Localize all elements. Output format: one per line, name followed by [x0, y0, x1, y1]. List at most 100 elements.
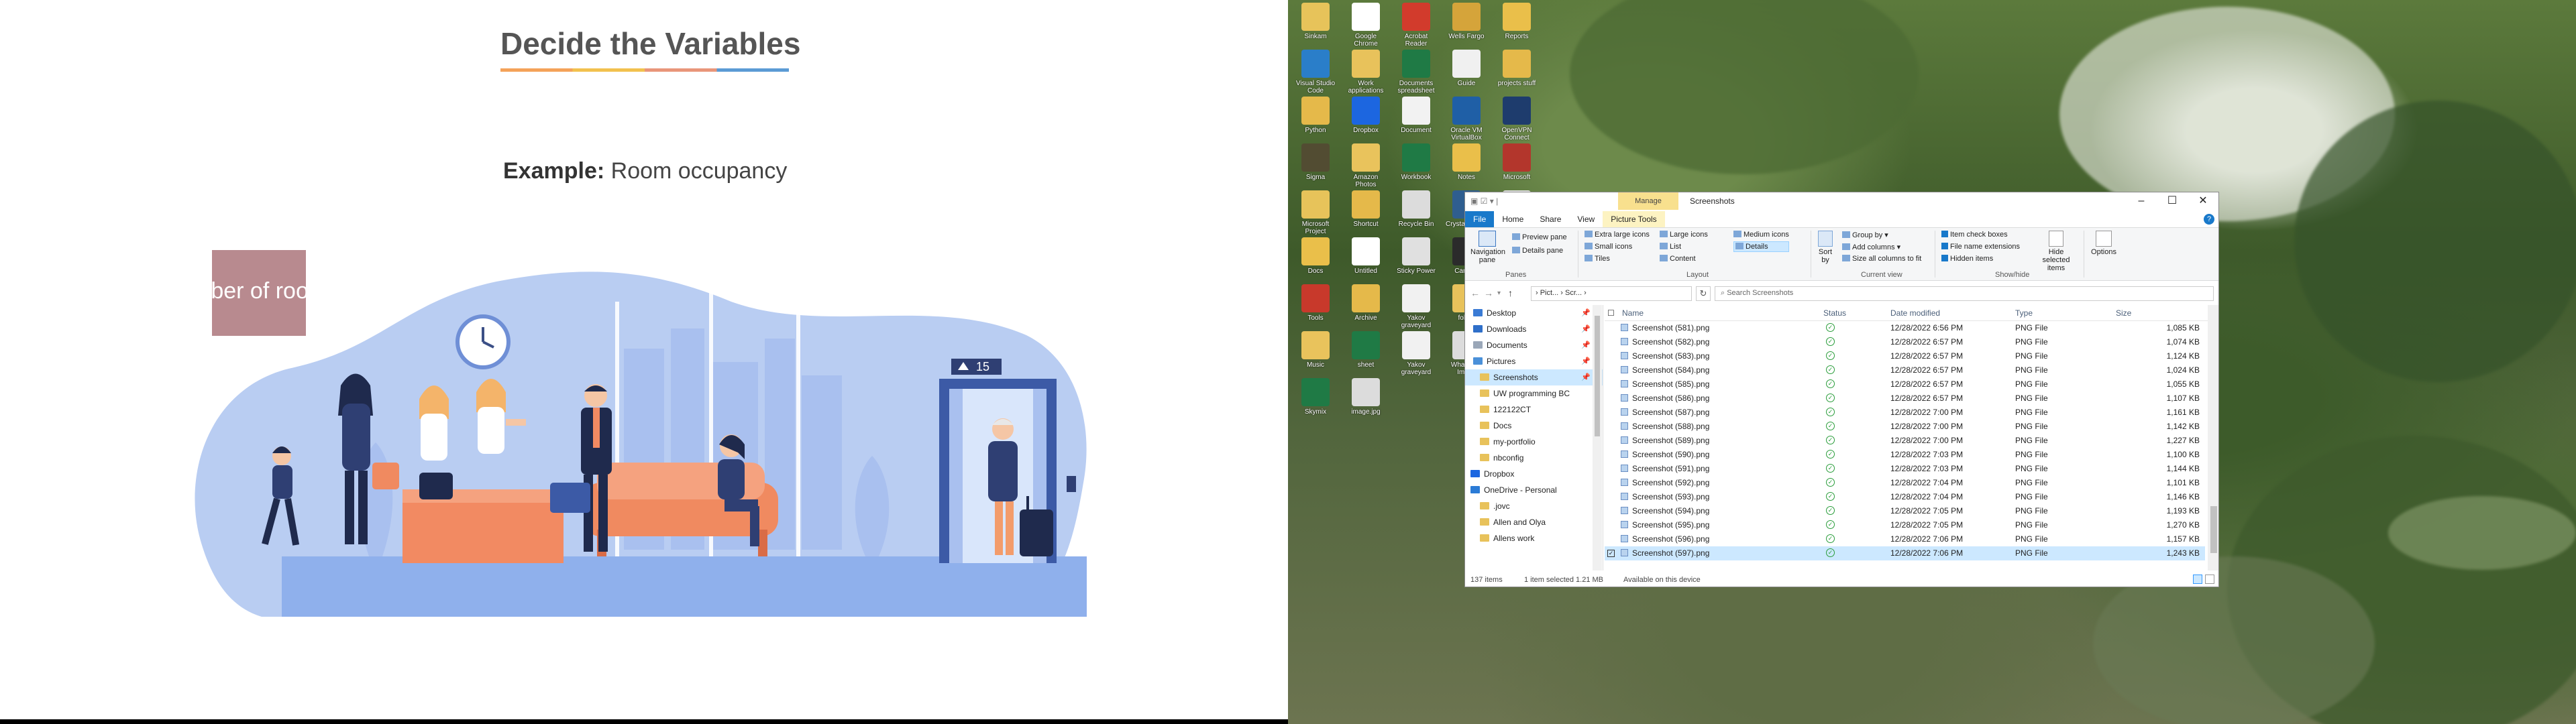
desktop-icon[interactable]: Tools: [1295, 284, 1336, 328]
back-arrow-icon[interactable]: ←: [1470, 288, 1480, 298]
scrollbar-thumb[interactable]: [1595, 316, 1600, 436]
desktop-icon[interactable]: Dropbox: [1345, 97, 1387, 141]
tab-view[interactable]: View: [1569, 211, 1603, 227]
file-row[interactable]: Screenshot (590).png ✓ 12/28/2022 7:03 PM P…: [1605, 448, 2205, 462]
file-row[interactable]: Screenshot (588).png ✓ 12/28/2022 7:00 PM P…: [1605, 420, 2205, 434]
desktop-icon[interactable]: Workbook: [1395, 143, 1437, 188]
maximize-button[interactable]: ☐: [2157, 192, 2188, 211]
layout-medium-icons[interactable]: Medium icons: [1733, 231, 1789, 239]
desktop-icon[interactable]: Wells Fargo: [1446, 3, 1487, 47]
nav-item[interactable]: Dropbox: [1465, 466, 1603, 482]
desktop-icon[interactable]: Skymix: [1295, 378, 1336, 422]
forward-arrow-icon[interactable]: →: [1484, 288, 1493, 298]
desktop-icon[interactable]: Guide: [1446, 50, 1487, 94]
file-row[interactable]: Screenshot (584).png ✓ 12/28/2022 6:57 PM P…: [1605, 363, 2205, 377]
desktop-icon[interactable]: Sinkam: [1295, 3, 1336, 47]
layout-extra-large-icons[interactable]: Extra large icons: [1585, 231, 1650, 239]
nav-item[interactable]: Allen and Olya: [1465, 514, 1603, 530]
desktop-icon[interactable]: sheet: [1345, 331, 1387, 375]
file-row[interactable]: Screenshot (593).png ✓ 12/28/2022 7:04 PM P…: [1605, 490, 2205, 504]
desktop-icon[interactable]: Document: [1395, 97, 1437, 141]
column-header-date-modified[interactable]: Date modified: [1890, 308, 1940, 318]
file-row[interactable]: Screenshot (581).png ✓ 12/28/2022 6:56 PM P…: [1605, 321, 2205, 335]
desktop-icon[interactable]: Yakov graveyard: [1395, 331, 1437, 376]
quick-access-toolbar-icon[interactable]: ▣ ☑ ▾ |: [1470, 196, 1498, 206]
add-columns-button[interactable]: Add columns ▾: [1842, 243, 1900, 251]
select-all-checkbox[interactable]: ☐: [1607, 308, 1615, 318]
help-icon[interactable]: ?: [2204, 214, 2214, 225]
desktop-icon[interactable]: Visual Studio Code: [1295, 50, 1336, 95]
desktop-icon[interactable]: Oracle VM VirtualBox: [1446, 97, 1487, 141]
desktop-icon[interactable]: projects stuff: [1496, 50, 1538, 94]
row-checkbox[interactable]: ✓: [1607, 550, 1615, 557]
nav-item[interactable]: Desktop 📌: [1465, 305, 1603, 321]
file-row[interactable]: Screenshot (582).png ✓ 12/28/2022 6:57 PM P…: [1605, 335, 2205, 349]
tab-home[interactable]: Home: [1494, 211, 1532, 227]
desktop-icon[interactable]: Acrobat Reader: [1395, 3, 1437, 48]
large-icons-view-icon[interactable]: [2205, 575, 2214, 584]
desktop-icon[interactable]: Sticky Power: [1395, 237, 1437, 282]
desktop-icon[interactable]: Music: [1295, 331, 1336, 375]
item-check-boxes-toggle[interactable]: Item check boxes: [1941, 231, 2008, 239]
desktop-icon[interactable]: Untitled: [1345, 237, 1387, 282]
file-row[interactable]: Screenshot (596).png ✓ 12/28/2022 7:06 PM P…: [1605, 532, 2205, 546]
desktop-icon[interactable]: Microsoft: [1496, 143, 1538, 188]
layout-content[interactable]: Content: [1660, 255, 1696, 263]
layout-list[interactable]: List: [1660, 243, 1681, 251]
desktop-icon[interactable]: Python: [1295, 97, 1336, 141]
file-row[interactable]: Screenshot (589).png ✓ 12/28/2022 7:00 PM P…: [1605, 434, 2205, 448]
nav-item[interactable]: my-portfolio: [1465, 434, 1603, 450]
file-row[interactable]: Screenshot (594).png ✓ 12/28/2022 7:05 PM P…: [1605, 504, 2205, 518]
desktop-icon[interactable]: image.jpg: [1345, 378, 1387, 422]
file-row[interactable]: Screenshot (592).png ✓ 12/28/2022 7:04 PM P…: [1605, 476, 2205, 490]
search-input[interactable]: ⌕ Search Screenshots: [1715, 286, 2214, 301]
tab-file[interactable]: File: [1465, 211, 1495, 227]
sort-by-button[interactable]: Sort by: [1815, 231, 1835, 264]
desktop-icon[interactable]: Recycle Bin: [1395, 190, 1437, 235]
navigation-pane-button[interactable]: Navigation pane: [1470, 231, 1505, 264]
desktop-icon[interactable]: Google Chrome: [1345, 3, 1387, 48]
preview-pane-button[interactable]: Preview pane: [1512, 233, 1567, 241]
nav-item[interactable]: Pictures 📌: [1465, 353, 1603, 369]
nav-item[interactable]: Allens work: [1465, 530, 1603, 546]
nav-item[interactable]: Downloads 📌: [1465, 321, 1603, 337]
layout-tiles[interactable]: Tiles: [1585, 255, 1610, 263]
size-all-columns-button[interactable]: Size all columns to fit: [1842, 255, 1921, 263]
manage-context-tab[interactable]: Manage: [1618, 192, 1678, 210]
nav-item[interactable]: Docs: [1465, 418, 1603, 434]
minimize-button[interactable]: –: [2126, 192, 2157, 211]
file-row[interactable]: Screenshot (586).png ✓ 12/28/2022 6:57 PM P…: [1605, 391, 2205, 406]
file-row[interactable]: Screenshot (595).png ✓ 12/28/2022 7:05 PM P…: [1605, 518, 2205, 532]
scrollbar-thumb[interactable]: [2210, 506, 2217, 553]
refresh-icon[interactable]: ↻: [1696, 286, 1711, 301]
column-header-type[interactable]: Type: [2015, 308, 2033, 318]
file-row[interactable]: Screenshot (583).png ✓ 12/28/2022 6:57 PM P…: [1605, 349, 2205, 363]
nav-item[interactable]: OneDrive - Personal: [1465, 482, 1603, 498]
hide-selected-items-button[interactable]: Hide selected items: [2034, 231, 2078, 272]
column-header-status[interactable]: Status: [1823, 308, 1846, 318]
options-button[interactable]: Options: [2090, 231, 2117, 256]
tab-picture-tools[interactable]: Picture Tools: [1603, 211, 1665, 227]
desktop-icon[interactable]: Docs: [1295, 237, 1336, 282]
desktop-icon[interactable]: Notes: [1446, 143, 1487, 188]
desktop-icon[interactable]: Shortcut: [1345, 190, 1387, 235]
file-row[interactable]: Screenshot (585).png ✓ 12/28/2022 6:57 PM P…: [1605, 377, 2205, 391]
column-header-name[interactable]: Name: [1622, 308, 1644, 318]
nav-item[interactable]: 122122CT: [1465, 402, 1603, 418]
nav-item[interactable]: Documents 📌: [1465, 337, 1603, 353]
nav-item[interactable]: nbconfig: [1465, 450, 1603, 466]
address-bar[interactable]: › Pict... › Scr... ›: [1531, 286, 1692, 301]
nav-item[interactable]: .jovc: [1465, 498, 1603, 514]
recent-locations-icon[interactable]: ▾: [1497, 290, 1501, 297]
desktop-icon[interactable]: Microsoft Project: [1295, 190, 1336, 235]
file-row[interactable]: ✓ Screenshot (597).png ✓ 12/28/2022 7:06 PM…: [1605, 546, 2205, 560]
layout-details[interactable]: Details: [1733, 241, 1789, 252]
layout-large-icons[interactable]: Large icons: [1660, 231, 1708, 239]
group-by-button[interactable]: Group by ▾: [1842, 231, 1888, 239]
nav-item[interactable]: UW programming BC: [1465, 385, 1603, 402]
layout-small-icons[interactable]: Small icons: [1585, 243, 1632, 251]
close-button[interactable]: ✕: [2188, 192, 2218, 211]
details-pane-button[interactable]: Details pane: [1512, 247, 1563, 255]
desktop-icon[interactable]: Yakov graveyard: [1395, 284, 1437, 329]
column-header-size[interactable]: Size: [2116, 308, 2131, 318]
